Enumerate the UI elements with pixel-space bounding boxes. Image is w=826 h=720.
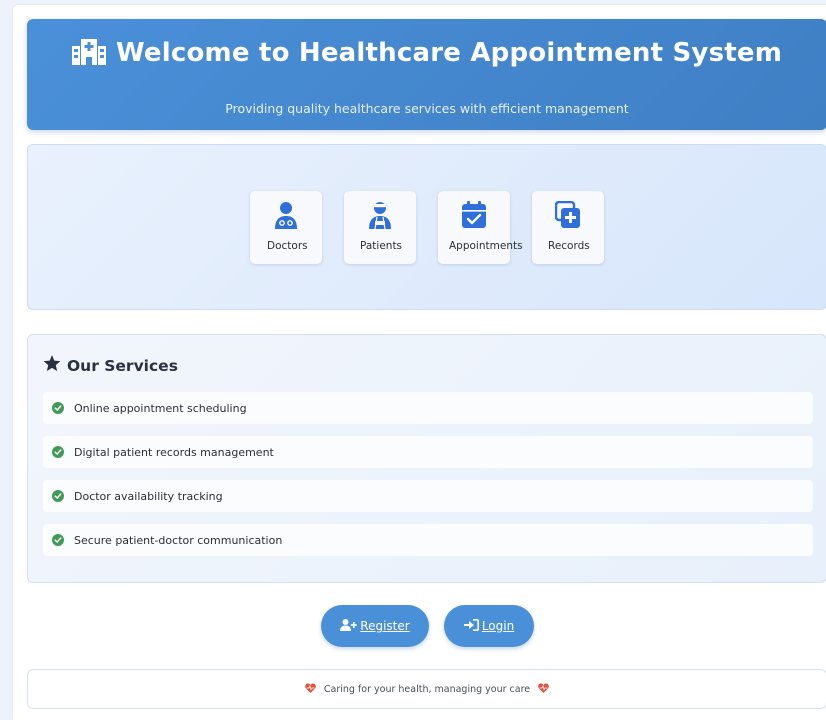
user-plus-icon [340,618,358,634]
service-item-text: Digital patient records management [74,445,274,459]
patient-icon [344,201,416,229]
tile-label-doctors: Doctors [267,240,308,252]
heart-pulse-icon [305,682,316,696]
services-heading: Our Services [43,355,178,376]
hero-panel: Doctors Patients Appointments Records [27,144,826,310]
tile-patients[interactable]: Patients [344,191,416,264]
page-container: Welcome to Healthcare Appointment System… [12,4,826,720]
footer-text: Caring for your health, managing your ca… [323,683,531,695]
service-item-text: Online appointment scheduling [74,401,247,415]
doctor-icon [250,201,322,229]
services-title: Our Services [67,356,178,375]
service-item: Online appointment scheduling [43,392,813,424]
title-row: Welcome to Healthcare Appointment System [27,37,826,69]
feature-tiles: Doctors Patients Appointments Records [250,191,604,264]
service-item: Secure patient-doctor communication [43,524,813,556]
login-label: Login [481,619,515,633]
page-subtitle: Providing quality healthcare services wi… [225,101,629,116]
footer: Caring for your health, managing your ca… [27,669,826,709]
tile-doctors[interactable]: Doctors [250,191,322,264]
login-button[interactable]: Login [444,605,534,647]
services-panel: Our Services Online appointment scheduli… [27,334,826,583]
tile-appointments[interactable]: Appointments [438,191,523,264]
service-item-text: Doctor availability tracking [74,489,223,503]
heart-pulse-icon [538,682,549,696]
star-icon [43,355,61,376]
service-item: Digital patient records management [43,436,813,468]
check-circle-icon [52,446,64,458]
records-icon [532,201,604,229]
hospital-icon [71,37,106,69]
check-circle-icon [52,534,64,546]
sign-in-icon [463,618,479,634]
calendar-check-icon [438,201,510,229]
page-title: Welcome to Healthcare Appointment System [115,38,783,68]
welcome-header: Welcome to Healthcare Appointment System… [27,19,826,130]
register-label: Register [360,619,410,633]
action-buttons: Register Login [321,605,534,647]
tile-label-appointments: Appointments [449,240,523,252]
check-circle-icon [52,490,64,502]
service-item: Doctor availability tracking [43,480,813,512]
tile-label-patients: Patients [360,240,403,252]
service-item-text: Secure patient-doctor communication [74,533,283,547]
register-button[interactable]: Register [321,605,429,647]
check-circle-icon [52,402,64,414]
tile-records[interactable]: Records [532,191,604,264]
tile-label-records: Records [548,240,590,252]
